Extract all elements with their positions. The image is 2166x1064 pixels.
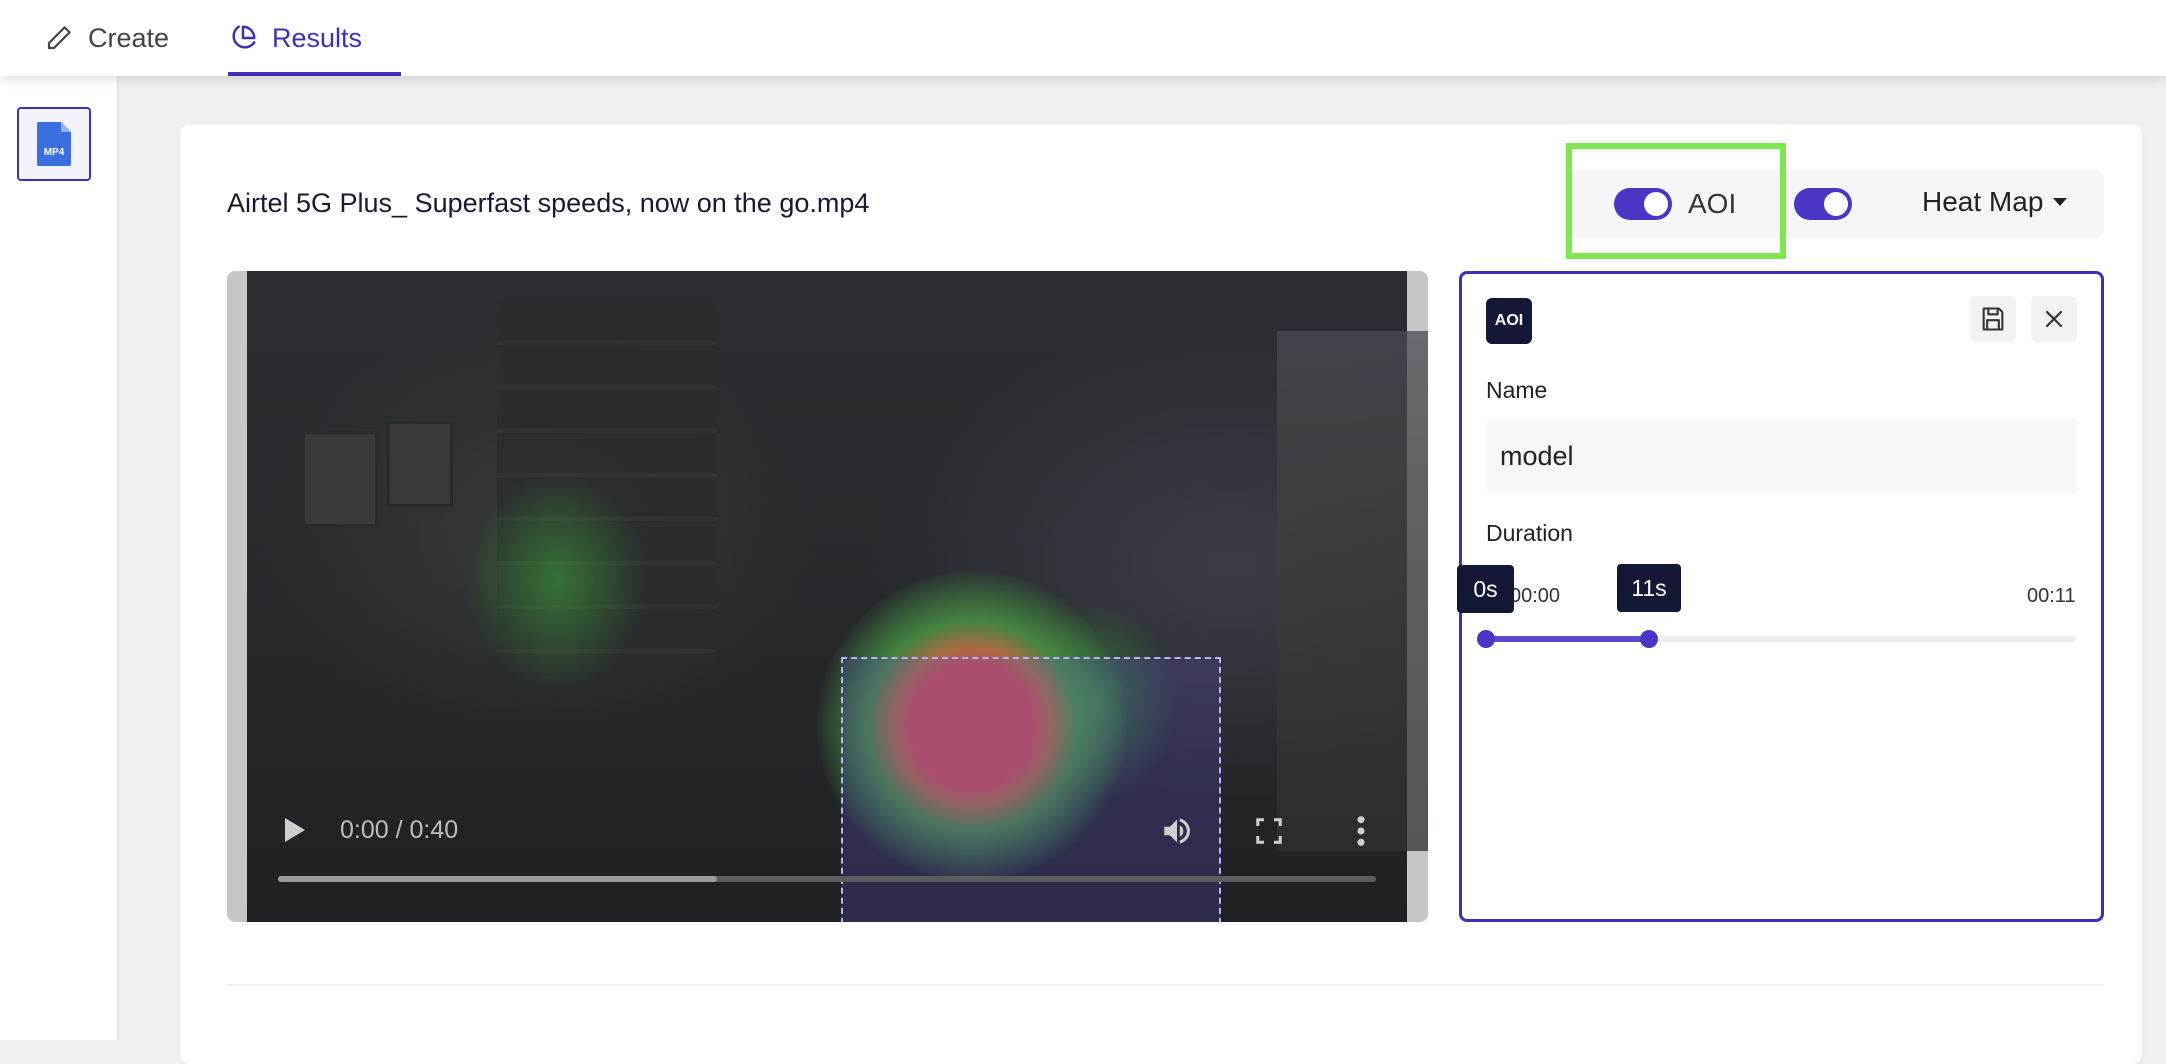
tab-results[interactable]: Results <box>228 0 362 76</box>
save-icon <box>1982 307 2004 331</box>
close-button[interactable] <box>2031 296 2077 342</box>
active-tab-indicator <box>228 72 401 76</box>
end-handle-tooltip: 11s <box>1617 564 1681 612</box>
caret-down-icon <box>2053 198 2068 206</box>
aoi-toggle-label: AOI <box>1688 188 1737 219</box>
fullscreen-icon[interactable] <box>1254 816 1284 851</box>
duration-end-time: 00:11 <box>2027 585 2076 607</box>
video-time: 0:00 / 0:40 <box>340 816 459 844</box>
view-mode-value: Heat Map <box>1922 186 2044 217</box>
mp4-file-icon: MP4 <box>37 122 71 166</box>
close-icon <box>2045 310 2063 328</box>
file-type-label: MP4 <box>44 147 65 158</box>
view-mode-dropdown[interactable]: Heat Map <box>1922 186 2068 218</box>
tab-create-label: Create <box>88 22 170 53</box>
aoi-region-box[interactable] <box>841 657 1221 922</box>
volume-icon[interactable] <box>1160 814 1194 853</box>
name-label: Name <box>1486 377 1548 403</box>
duration-slider-range <box>1486 636 1649 642</box>
scene-picture-frame <box>302 431 378 527</box>
save-button[interactable] <box>1970 296 2016 342</box>
aoi-badge: AOI <box>1486 298 1532 344</box>
pencil-icon <box>47 26 71 50</box>
scene-picture-frame <box>387 421 453 507</box>
card-divider <box>227 984 2104 986</box>
start-handle-tooltip: 0s <box>1457 565 1514 613</box>
tab-results-label: Results <box>272 22 363 53</box>
aoi-toggle[interactable] <box>1614 188 1672 220</box>
tab-create[interactable]: Create <box>44 0 169 76</box>
aoi-name-input[interactable] <box>1486 418 2076 494</box>
top-tab-bar: Create Results <box>0 0 2166 76</box>
aoi-toggle-knob <box>1644 192 1668 216</box>
duration-label: Duration <box>1486 520 1573 546</box>
more-options-icon[interactable] <box>1354 814 1368 853</box>
duration-slider-start-handle[interactable] <box>1477 630 1495 648</box>
video-progress-fill <box>278 876 718 882</box>
file-sidebar: MP4 <box>0 76 119 1040</box>
heatmap-spot <box>467 471 647 691</box>
file-thumbnail-mp4[interactable]: MP4 <box>17 107 91 181</box>
video-title: Airtel 5G Plus_ Superfast speeds, now on… <box>227 188 870 218</box>
scene-window <box>1277 331 1428 851</box>
heatmap-toggle-knob <box>1824 192 1848 216</box>
pie-chart-icon <box>232 25 256 49</box>
play-icon[interactable] <box>285 818 305 842</box>
duration-start-time: 00:00 <box>1510 585 1561 607</box>
duration-slider-end-handle[interactable] <box>1640 630 1658 648</box>
heatmap-toggle[interactable] <box>1794 188 1852 220</box>
video-progress-bar[interactable] <box>278 876 1376 882</box>
